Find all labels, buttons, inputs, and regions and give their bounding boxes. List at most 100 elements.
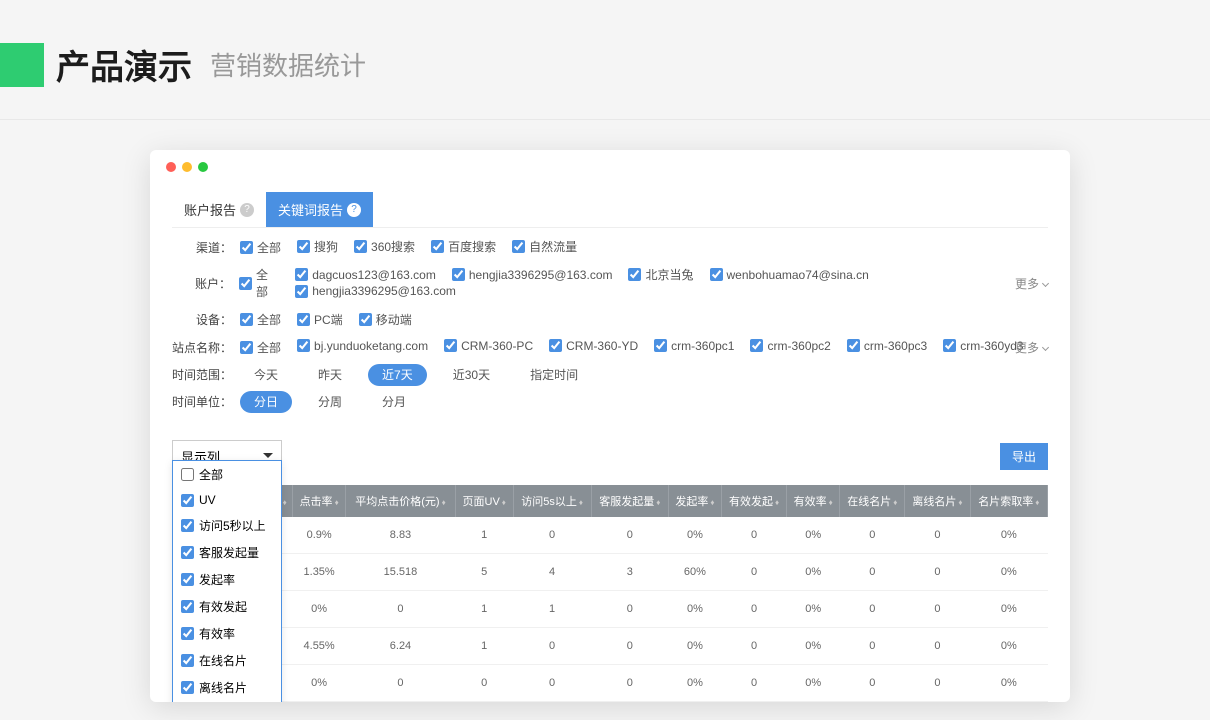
close-icon[interactable] [166,162,176,172]
checkbox-option[interactable]: 北京当兔 [628,266,693,283]
filter-label: 时间范围： [172,366,232,383]
tab-label: 关键词报告 [278,200,343,219]
filter-label: 设备： [172,311,232,328]
sort-icon: ♦ [775,498,779,507]
filter-range: 时间范围： 今天昨天近7天近30天指定时间 [172,366,1048,383]
column-header[interactable]: 名片索取率♦ [970,485,1047,517]
range-option[interactable]: 近30天 [439,364,504,386]
more-link[interactable]: 更多 [1015,275,1048,292]
page-header: 产品演示 营销数据统计 [0,0,1210,120]
column-header[interactable]: 在线名片♦ [840,485,905,517]
filter-label: 站点名称： [172,339,232,356]
range-option[interactable]: 近7天 [368,364,427,386]
dropdown-item[interactable]: 有效发起 [173,593,281,620]
checkbox-option[interactable]: crm-360pc1 [654,339,734,353]
sort-icon: ♦ [1035,498,1039,507]
column-header[interactable]: 有效发起♦ [721,485,786,517]
sort-icon: ♦ [579,498,583,507]
tab-keyword-report[interactable]: 关键词报告 ? [266,192,373,227]
dropdown-item[interactable]: 有效率 [173,620,281,647]
logo-block [0,43,44,87]
filter-account: 账户： 全部 dagcuos123@163.com hengjia3396295@… [172,266,1048,301]
columns-dropdown: 全部UV访问5秒以上客服发起量发起率有效发起有效率在线名片离线名片名片索取率有效… [172,460,282,702]
checkbox-option[interactable]: PC端 [297,311,343,328]
checkbox-all[interactable]: 全部 [240,311,281,328]
sort-icon: ♦ [335,498,339,507]
dropdown-item[interactable]: UV [173,488,281,512]
column-header[interactable]: 页面UV♦ [455,485,513,517]
sort-icon: ♦ [893,498,897,507]
table-row: 堂bj-云朵课堂0.9%8.831000%00%000% [172,517,1048,554]
sort-icon: ♦ [656,498,660,507]
checkbox-option[interactable]: CRM-360-YD [549,339,638,353]
dropdown-item[interactable]: 全部 [173,461,281,488]
export-button[interactable]: 导出 [1000,443,1048,470]
dropdown-item[interactable]: 离线名片 [173,674,281,701]
dropdown-item[interactable]: 访问5秒以上 [173,512,281,539]
checkbox-all[interactable]: 全部 [239,266,279,300]
column-header[interactable]: 访问5s以上♦ [513,485,591,517]
range-option[interactable]: 昨天 [304,364,356,386]
filter-device: 设备： 全部 PC端移动端 [172,311,1048,329]
sort-icon: ♦ [502,498,506,507]
table-row: 堂bj-云朵课堂4.55%6.241000%00%000% [172,627,1048,664]
chevron-down-icon [1042,343,1049,350]
table-row: 堂bj-云朵课堂1.35%15.51854360%00%000% [172,553,1048,590]
minimize-icon[interactable] [182,162,192,172]
browser-window: 账户报告 ? 关键词报告 ? 渠道： 全部 搜狗360搜索百度搜索自然流量 账户… [150,150,1070,702]
unit-option[interactable]: 分月 [368,391,420,413]
chevron-down-icon [1042,280,1049,287]
range-option[interactable]: 指定时间 [516,364,592,386]
unit-option[interactable]: 分周 [304,391,356,413]
unit-option[interactable]: 分日 [240,391,292,413]
column-header[interactable]: 离线名片♦ [905,485,970,517]
checkbox-option[interactable]: hengjia3396295@163.com [452,268,613,282]
sort-icon: ♦ [710,498,714,507]
checkbox-option[interactable]: crm-360yd3 [943,339,1023,353]
table-row: bj-云朵课堂0%00000%00%000% [172,664,1048,701]
checkbox-option[interactable]: 360搜索 [354,238,415,255]
filter-channel: 渠道： 全部 搜狗360搜索百度搜索自然流量 [172,238,1048,256]
checkbox-option[interactable]: wenbohuamao74@sina.cn [710,268,869,282]
dropdown-item[interactable]: 在线名片 [173,647,281,674]
page-title: 产品演示 [56,40,192,89]
checkbox-option[interactable]: bj.yunduoketang.com [297,339,428,353]
report-tabs: 账户报告 ? 关键词报告 ? [172,192,1048,228]
checkbox-option[interactable]: CRM-360-PC [444,339,533,353]
checkbox-all[interactable]: 全部 [240,239,281,256]
maximize-icon[interactable] [198,162,208,172]
checkbox-option[interactable]: dagcuos123@163.com [295,268,436,282]
dropdown-item[interactable]: 发起率 [173,566,281,593]
filter-unit: 时间单位： 分日分周分月 [172,393,1048,410]
page-subtitle: 营销数据统计 [210,46,366,83]
column-header[interactable]: 有效率♦ [787,485,840,517]
checkbox-option[interactable]: crm-360pc3 [847,339,927,353]
sort-icon: ♦ [283,498,287,507]
checkbox-option[interactable]: 百度搜索 [431,238,496,255]
checkbox-option[interactable]: 搜狗 [297,238,338,255]
checkbox-option[interactable]: hengjia3396295@163.com [295,284,456,298]
filter-site: 站点名称： 全部 bj.yunduoketang.com CRM-360-PC CR… [172,339,1048,356]
more-link[interactable]: 更多 [1015,339,1048,356]
help-icon[interactable]: ? [347,203,361,217]
tab-label: 账户报告 [184,200,236,219]
column-header[interactable]: 点击率♦ [293,485,346,517]
checkbox-option[interactable]: 移动端 [359,311,412,328]
help-icon[interactable]: ? [240,203,254,217]
dropdown-item[interactable]: 客服发起量 [173,539,281,566]
checkbox-option[interactable]: crm-360pc2 [750,339,830,353]
sort-icon: ♦ [442,498,446,507]
data-table: ♦账户♦费♦点击率♦平均点击价格(元)♦页面UV♦访问5s以上♦客服发起量♦发起… [172,485,1048,702]
column-header[interactable]: 平均点击价格(元)♦ [346,485,456,517]
tab-account-report[interactable]: 账户报告 ? [172,192,266,227]
window-controls [150,150,1070,184]
filter-label: 账户： [172,275,231,292]
filter-label: 时间单位： [172,393,232,410]
dropdown-item[interactable]: 名片索取率 [173,701,281,702]
column-header[interactable]: 发起率♦ [668,485,721,517]
table-row: 堂bj-云朵课堂0%01100%00%000% [172,590,1048,627]
checkbox-all[interactable]: 全部 [240,339,281,356]
range-option[interactable]: 今天 [240,364,292,386]
column-header[interactable]: 客服发起量♦ [591,485,668,517]
checkbox-option[interactable]: 自然流量 [512,238,577,255]
